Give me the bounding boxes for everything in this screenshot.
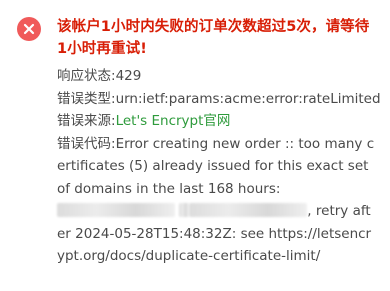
type-label: 错误类型: — [57, 90, 116, 107]
type-row: 错误类型:urn:ietf:params:acme:error:rateLimi… — [57, 88, 381, 111]
code-label: 错误代码: — [57, 135, 116, 152]
redacted-domains-2 — [179, 203, 190, 217]
status-label: 响应状态: — [57, 68, 116, 84]
code-row: 错误代码:Error creating new order :: too man… — [57, 133, 377, 268]
redacted-domains-3 — [189, 203, 308, 217]
close-circle-icon — [17, 17, 41, 41]
source-link[interactable]: Let's Encrypt官网 — [116, 113, 231, 129]
error-alert: 该帐户1小时内失败的订单次数超过5次，请等待1小时再重试! 响应状态:429 错… — [0, 0, 390, 291]
alert-title: 该帐户1小时内失败的订单次数超过5次，请等待1小时再重试! — [57, 19, 370, 57]
type-value: urn:ietf:params:acme:error:rateLimited — [115, 90, 381, 107]
alert-content: 该帐户1小时内失败的订单次数超过5次，请等待1小时再重试! 响应状态:429 错… — [57, 16, 381, 268]
status-row: 响应状态:429 — [57, 65, 377, 88]
source-label: 错误来源: — [57, 113, 116, 129]
status-value: 429 — [115, 68, 142, 84]
source-row: 错误来源:Let's Encrypt官网 — [57, 110, 377, 133]
redacted-domains — [57, 203, 175, 217]
